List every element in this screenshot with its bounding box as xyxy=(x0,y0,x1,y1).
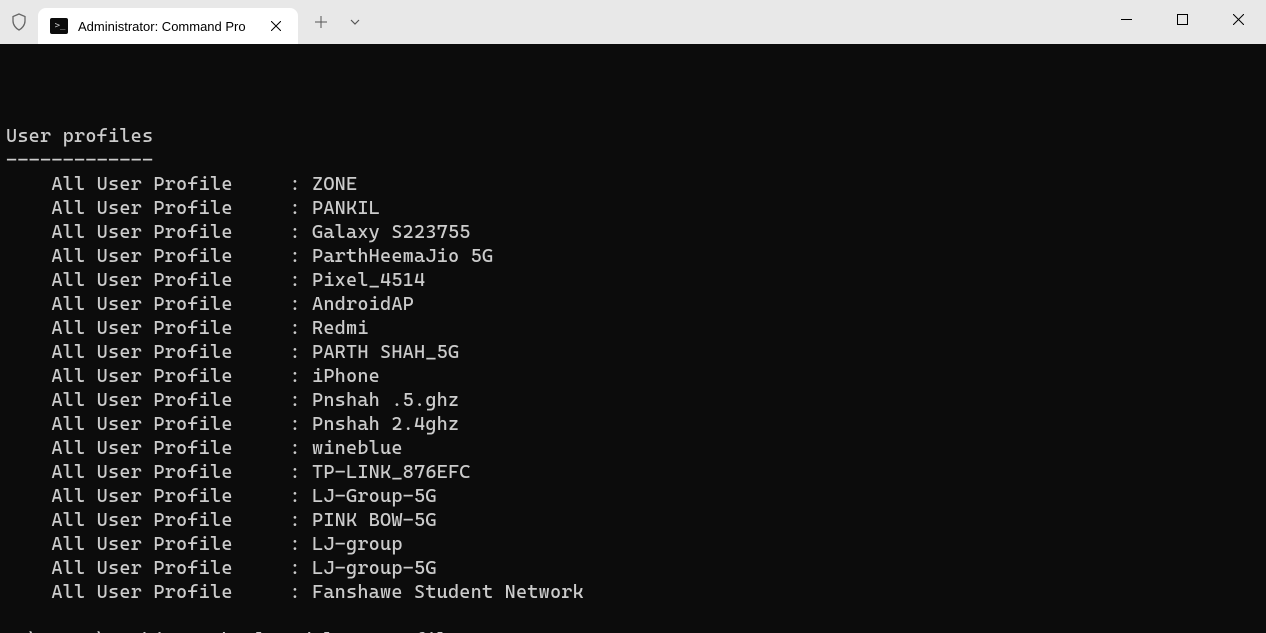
section-title: User profiles xyxy=(6,125,153,147)
prompt-line: C:\Users\panki>netsh wlan delete profile… xyxy=(6,629,595,633)
command-text: netsh wlan delete profile name="ZONE" xyxy=(176,629,595,633)
titlebar: >_ Administrator: Command Pro xyxy=(0,0,1266,44)
tab-active[interactable]: >_ Administrator: Command Pro xyxy=(38,8,298,44)
new-tab-button[interactable] xyxy=(304,5,338,39)
shield-icon xyxy=(0,0,38,44)
tab-title: Administrator: Command Pro xyxy=(78,19,256,34)
maximize-button[interactable] xyxy=(1154,0,1210,38)
terminal-output: User profiles ------------- All User Pro… xyxy=(6,92,1260,633)
prompt: C:\Users\panki> xyxy=(6,629,176,633)
terminal-icon: >_ xyxy=(50,18,68,34)
section-underline: ------------- xyxy=(6,149,153,171)
tab-dropdown-button[interactable] xyxy=(338,5,372,39)
minimize-button[interactable] xyxy=(1098,0,1154,38)
tab-close-button[interactable] xyxy=(266,16,286,36)
terminal-viewport[interactable]: User profiles ------------- All User Pro… xyxy=(0,44,1266,633)
profile-list: All User Profile : ZONE All User Profile… xyxy=(6,173,584,603)
window-controls xyxy=(1098,0,1266,44)
close-button[interactable] xyxy=(1210,0,1266,38)
